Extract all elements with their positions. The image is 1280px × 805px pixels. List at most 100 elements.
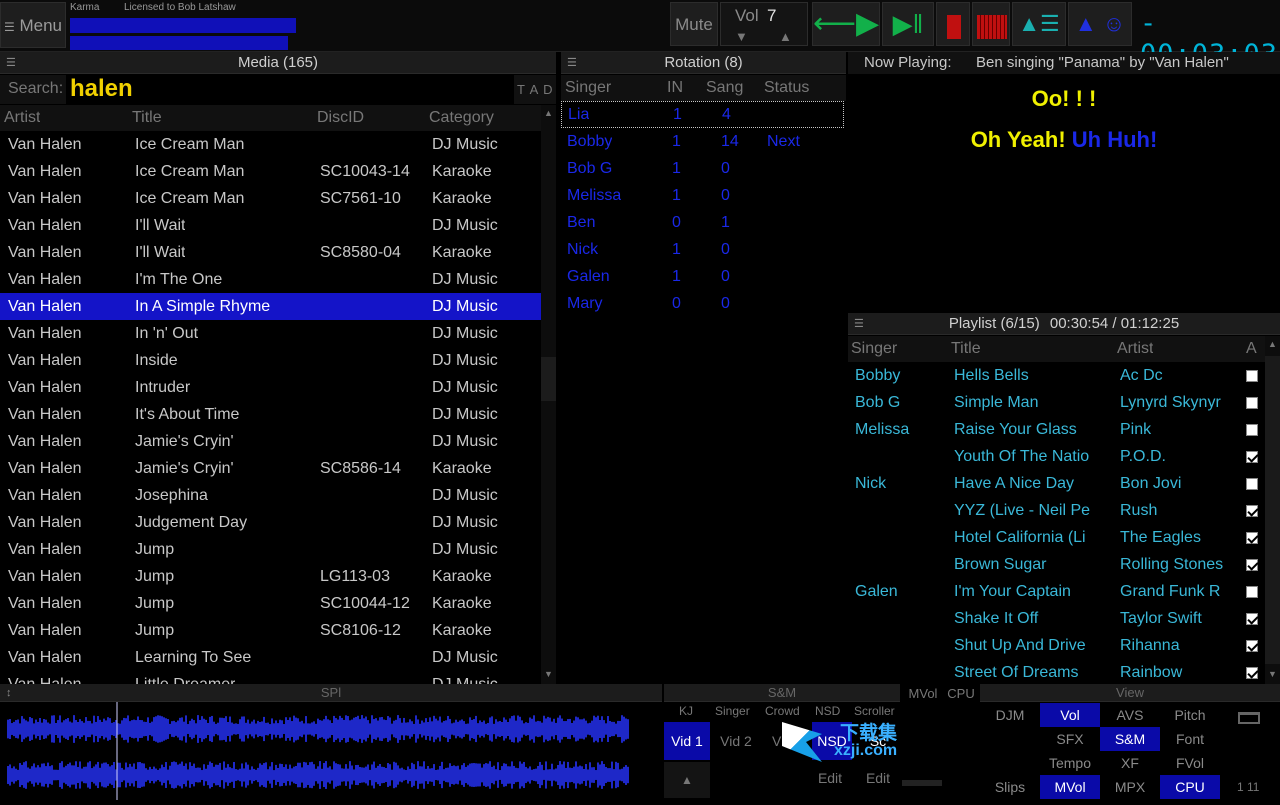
playlist-scrollbar[interactable]: ▲ ▼ — [1265, 336, 1280, 684]
playlist-auto-checkbox[interactable] — [1246, 667, 1258, 679]
media-row[interactable]: Van Halen I'll Wait DJ Music — [0, 212, 541, 239]
view-button-sfx[interactable]: SFX — [1040, 727, 1100, 751]
rotation-row[interactable]: Lia 1 4 — [561, 101, 844, 128]
scroll-down-icon[interactable]: ▼ — [544, 669, 553, 679]
rotation-row[interactable]: Bob G 1 0 — [561, 155, 846, 182]
sm-button-vid2[interactable]: Vid 2 — [712, 722, 760, 760]
vol-up-icon[interactable]: ▲ — [779, 29, 792, 44]
view-button-mvol[interactable]: MVol — [1040, 775, 1100, 799]
rotation-row[interactable]: Melissa 1 0 — [561, 182, 846, 209]
media-row[interactable]: Van Halen Judgement Day DJ Music — [0, 509, 541, 536]
view-menu-icon[interactable] — [1238, 712, 1260, 724]
mute-button[interactable]: Mute — [670, 2, 718, 46]
col-discid[interactable]: DiscID — [317, 105, 364, 131]
view-button-avs[interactable]: AVS — [1100, 703, 1160, 727]
media-row-selected[interactable]: Van Halen In A Simple Rhyme DJ Music — [0, 293, 541, 320]
col-status[interactable]: Status — [764, 75, 809, 101]
sm-up-button[interactable]: ▲ — [664, 762, 710, 798]
playlist-row[interactable]: Shake It Off Taylor Swift — [848, 605, 1264, 632]
media-row[interactable]: Van Halen Learning To See DJ Music — [0, 644, 541, 671]
playlist-auto-checkbox[interactable] — [1246, 640, 1258, 652]
queue-button[interactable]: ▲☰ — [1012, 2, 1066, 46]
playlist-auto-checkbox[interactable] — [1246, 613, 1258, 625]
spl-resize-icon[interactable]: ↕ — [6, 684, 12, 702]
playlist-row[interactable]: Melissa Raise Your Glass Pink — [848, 416, 1264, 443]
media-row[interactable]: Van Halen Jump LG113-03 Karaoke — [0, 563, 541, 590]
menu-button[interactable]: ☰ Menu — [0, 2, 66, 48]
playlist-row[interactable]: Nick Have A Nice Day Bon Jovi — [848, 470, 1264, 497]
singer-button[interactable]: ▲ ☺ — [1068, 2, 1132, 46]
rotation-grip-icon[interactable]: ☰ — [567, 52, 577, 74]
rotation-row[interactable]: Ben 0 1 — [561, 209, 846, 236]
view-button-font[interactable]: Font — [1160, 727, 1220, 751]
sm-button-vid1[interactable]: Vid 1 — [664, 722, 710, 760]
view-button-snm[interactable]: S&M — [1100, 727, 1160, 751]
search-filter-tad[interactable]: T A D — [517, 82, 554, 97]
col-sang[interactable]: Sang — [706, 75, 743, 101]
view-button-fvol[interactable]: FVol — [1160, 751, 1220, 775]
view-button-mpx[interactable]: MPX — [1100, 775, 1160, 799]
playlist-auto-checkbox[interactable] — [1246, 451, 1258, 463]
playlist-row[interactable]: YYZ (Live - Neil Pe Rush — [848, 497, 1264, 524]
sm-slider[interactable] — [902, 780, 942, 786]
stop-button[interactable] — [936, 2, 970, 46]
search-input[interactable] — [66, 75, 514, 104]
col-singer[interactable]: Singer — [565, 75, 611, 101]
view-button-tempo[interactable]: Tempo — [1040, 751, 1100, 775]
media-row[interactable]: Van Halen Jamie's Cryin' DJ Music — [0, 428, 541, 455]
playlist-auto-checkbox[interactable] — [1246, 505, 1258, 517]
col-title[interactable]: Title — [132, 105, 162, 131]
pl-scroll-up-icon[interactable]: ▲ — [1268, 339, 1277, 349]
playlist-row[interactable]: Youth Of The Natio P.O.D. — [848, 443, 1264, 470]
rotation-row[interactable]: Nick 1 0 — [561, 236, 846, 263]
vol-down-icon[interactable]: ▼ — [735, 29, 748, 44]
playlist-auto-checkbox[interactable] — [1246, 424, 1258, 436]
pl-scroll-thumb[interactable] — [1265, 356, 1280, 664]
col-pl-a[interactable]: A — [1246, 336, 1257, 362]
swap-arrow-button[interactable]: ⟵▶ — [812, 2, 880, 46]
playlist-auto-checkbox[interactable] — [1246, 586, 1258, 598]
tab-mvol[interactable]: MVol — [904, 686, 942, 701]
view-button-xf[interactable]: XF — [1100, 751, 1160, 775]
rotation-row[interactable]: Mary 0 0 — [561, 290, 846, 317]
col-pl-singer[interactable]: Singer — [851, 336, 897, 362]
col-in[interactable]: IN — [667, 75, 683, 101]
rotation-row[interactable]: Bobby 1 14 Next — [561, 128, 846, 155]
playlist-row[interactable]: Brown Sugar Rolling Stones — [848, 551, 1264, 578]
playlist-row[interactable]: Bob G Simple Man Lynyrd Skynyr — [848, 389, 1264, 416]
play-pause-button[interactable]: ▶‖ — [882, 2, 934, 46]
playlist-auto-checkbox[interactable] — [1246, 397, 1258, 409]
media-row[interactable]: Van Halen Ice Cream Man SC10043-14 Karaoke — [0, 158, 541, 185]
col-artist[interactable]: Artist — [4, 105, 40, 131]
media-row[interactable]: Van Halen Jamie's Cryin' SC8586-14 Karaoke — [0, 455, 541, 482]
media-row[interactable]: Van Halen Ice Cream Man SC7561-10 Karaoke — [0, 185, 541, 212]
sm-tab-scroller[interactable]: Scroller — [854, 704, 895, 718]
playlist-row[interactable]: Bobby Hells Bells Ac Dc — [848, 362, 1264, 389]
playlist-auto-checkbox[interactable] — [1246, 478, 1258, 490]
col-pl-title[interactable]: Title — [951, 336, 981, 362]
media-row[interactable]: Van Halen Jump SC8106-12 Karaoke — [0, 617, 541, 644]
media-row[interactable]: Van Halen I'll Wait SC8580-04 Karaoke — [0, 239, 541, 266]
col-pl-artist[interactable]: Artist — [1117, 336, 1153, 362]
media-row[interactable]: Van Halen I'm The One DJ Music — [0, 266, 541, 293]
playlist-row[interactable]: Shut Up And Drive Rihanna — [848, 632, 1264, 659]
playlist-auto-checkbox[interactable] — [1246, 559, 1258, 571]
sm-tab-nsd[interactable]: NSD — [815, 704, 840, 718]
media-row[interactable]: Van Halen Inside DJ Music — [0, 347, 541, 374]
media-row[interactable]: Van Halen Jump DJ Music — [0, 536, 541, 563]
view-button-vol[interactable]: Vol — [1040, 703, 1100, 727]
media-row[interactable]: Van Halen Ice Cream Man DJ Music — [0, 131, 541, 158]
sm-tab-singer[interactable]: Singer — [715, 704, 750, 718]
media-scrollbar[interactable]: ▲ ▼ — [541, 105, 556, 684]
playlist-auto-checkbox[interactable] — [1246, 370, 1258, 382]
sm-edit-button-1[interactable]: Edit — [808, 770, 852, 786]
view-button-cpu[interactable]: CPU — [1160, 775, 1220, 799]
col-category[interactable]: Category — [429, 105, 494, 131]
pl-scroll-down-icon[interactable]: ▼ — [1268, 669, 1277, 679]
sm-tab-kj[interactable]: KJ — [679, 704, 693, 718]
playlist-row[interactable]: Hotel California (Li The Eagles — [848, 524, 1264, 551]
scroll-up-icon[interactable]: ▲ — [544, 108, 553, 118]
waveform-area[interactable] — [0, 702, 662, 800]
playlist-row[interactable]: Street Of Dreams Rainbow — [848, 659, 1264, 684]
view-button-slips[interactable]: Slips — [980, 775, 1040, 799]
